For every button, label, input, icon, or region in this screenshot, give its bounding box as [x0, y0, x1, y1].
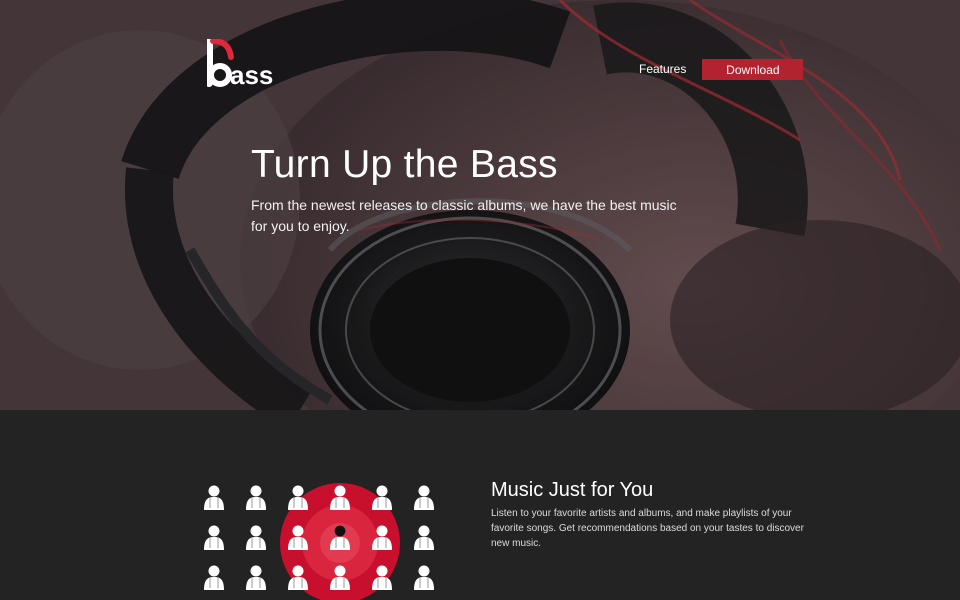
hero-subtitle: From the newest releases to classic albu… [251, 197, 677, 234]
svg-text:ass: ass [230, 60, 273, 87]
nav-features-link[interactable]: Features [639, 59, 686, 80]
features-section: Music Just for You Listen to your favori… [0, 410, 960, 600]
feature-description: Listen to your favorite artists and albu… [491, 508, 804, 549]
top-nav: Features Download [639, 59, 804, 80]
people-grid-icon [203, 483, 435, 600]
hero-section: ass Features Download Turn Up the Bass F… [0, 0, 960, 410]
download-button[interactable]: Download [702, 59, 804, 80]
hero-title: Turn Up the Bass [251, 143, 558, 186]
bass-logo[interactable]: ass [207, 39, 277, 87]
feature-title: Music Just for You [491, 479, 654, 501]
